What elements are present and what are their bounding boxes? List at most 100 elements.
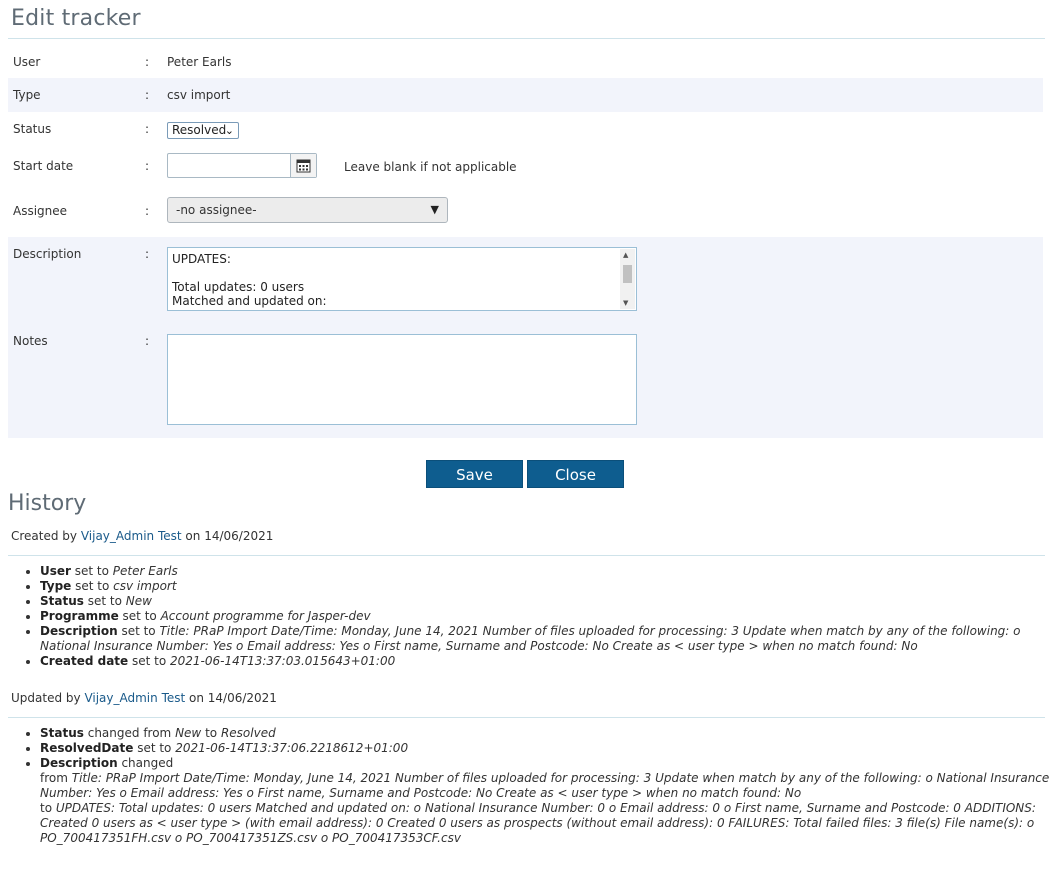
history-entry-on: on xyxy=(185,691,208,705)
history-value: 2021-06-14T13:37:03.015643+01:00 xyxy=(170,654,396,668)
start-date-input[interactable] xyxy=(167,153,317,178)
history-to-label: to xyxy=(40,801,56,815)
history-entry-on: on xyxy=(181,529,205,543)
user-label: User xyxy=(13,55,41,69)
status-row: Status : Resolved ⌄ xyxy=(8,112,1043,148)
history-value: Title: PRaP Import Date/Time: Monday, Ju… xyxy=(40,771,1050,800)
notes-colon: : xyxy=(145,334,150,348)
start-date-row: Start date : Leave blank if not applicab… xyxy=(8,148,1043,194)
history-title: History xyxy=(8,491,87,516)
scroll-down-icon[interactable]: ▼ xyxy=(623,299,628,307)
history-entry-prefix: Updated by xyxy=(11,691,85,705)
user-row: User : Peter Earls xyxy=(8,45,1043,78)
calendar-icon xyxy=(296,159,311,173)
chevron-down-icon: ⌄ xyxy=(224,124,234,137)
start-date-hint: Leave blank if not applicable xyxy=(344,160,517,174)
user-value: Peter Earls xyxy=(167,55,232,69)
history-field: Created date xyxy=(40,654,129,668)
history-change-item: Description set to Title: PRaP Import Da… xyxy=(40,624,1060,654)
history-field: ResolvedDate xyxy=(40,741,134,755)
history-user-link[interactable]: Vijay_Admin Test xyxy=(81,529,182,543)
history-from-label: from xyxy=(40,771,72,785)
history-change-item: User set to Peter Earls xyxy=(40,564,1060,579)
type-value: csv import xyxy=(167,88,231,102)
history-user-link[interactable]: Vijay_Admin Test xyxy=(84,691,185,705)
history-value: Peter Earls xyxy=(112,564,178,578)
history-value: Title: PRaP Import Date/Time: Monday, Ju… xyxy=(40,624,1021,653)
history-change-list: Status changed from New to Resolved Reso… xyxy=(20,726,1060,846)
history-value: csv import xyxy=(113,579,177,593)
history-change-item: Created date set to 2021-06-14T13:37:03.… xyxy=(40,654,1060,669)
history-change-item: Type set to csv import xyxy=(40,579,1060,594)
history-field: User xyxy=(40,564,71,578)
close-button[interactable]: Close xyxy=(527,460,624,488)
user-colon: : xyxy=(145,55,150,69)
type-row: Type : csv import xyxy=(8,78,1043,112)
history-entry-date: 14/06/2021 xyxy=(207,691,277,705)
status-label: Status xyxy=(13,122,52,136)
assignee-select-value: -no assignee- xyxy=(176,203,257,217)
description-scrollbar[interactable]: ▲ ▼ xyxy=(620,249,635,309)
history-entry-header: Updated by Vijay_Admin Test on 14/06/202… xyxy=(11,691,277,705)
description-row: Description : UPDATES: Total updates: 0 … xyxy=(8,237,1043,324)
history-change-list: User set to Peter Earls Type set to csv … xyxy=(20,564,1060,669)
history-entry-prefix: Created by xyxy=(11,529,81,543)
history-value: New xyxy=(175,726,202,740)
start-date-colon: : xyxy=(145,159,150,173)
assignee-label: Assignee xyxy=(13,204,68,218)
type-colon: : xyxy=(145,88,150,102)
history-field: Status xyxy=(40,594,84,608)
history-value: 2021-06-14T13:37:06.2218612+01:00 xyxy=(175,741,409,755)
history-field: Description xyxy=(40,756,118,770)
date-picker-button[interactable] xyxy=(290,154,316,177)
notes-label: Notes xyxy=(13,334,48,348)
history-verb: changed from xyxy=(83,726,176,740)
triangle-down-icon: ▼ xyxy=(430,203,439,216)
assignee-row: Assignee : -no assignee- ▼ xyxy=(8,194,1043,237)
history-verb: set to xyxy=(83,594,126,608)
history-change-item: ResolvedDate set to 2021-06-14T13:37:06.… xyxy=(40,741,1060,756)
history-value: Account programme for Jasper-dev xyxy=(160,609,371,623)
description-text: UPDATES: Total updates: 0 users Matched … xyxy=(172,252,327,308)
history-verb: set to xyxy=(118,609,161,623)
scrollbar-thumb[interactable] xyxy=(623,265,632,283)
history-verb: set to xyxy=(128,654,171,668)
status-select[interactable]: Resolved ⌄ xyxy=(167,122,239,139)
history-verb: to xyxy=(201,726,221,740)
history-field: Description xyxy=(40,624,118,638)
history-change-item: Description changed from Title: PRaP Impo… xyxy=(40,756,1060,846)
start-date-label: Start date xyxy=(13,159,74,173)
description-label: Description xyxy=(13,247,82,261)
history-entry-date: 14/06/2021 xyxy=(204,529,274,543)
history-value: Resolved xyxy=(220,726,276,740)
title-divider xyxy=(8,38,1045,39)
save-button[interactable]: Save xyxy=(426,460,523,488)
history-change-item: Status changed from New to Resolved xyxy=(40,726,1060,741)
history-value: New xyxy=(125,594,152,608)
history-verb: set to xyxy=(117,624,160,638)
history-entry-header: Created by Vijay_Admin Test on 14/06/202… xyxy=(11,529,273,543)
history-verb: set to xyxy=(70,564,113,578)
history-value: UPDATES: Total updates: 0 users Matched … xyxy=(40,801,1036,845)
type-label: Type xyxy=(13,88,41,102)
notes-row: Notes : xyxy=(8,324,1043,438)
description-colon: : xyxy=(145,247,150,261)
page-title: Edit tracker xyxy=(11,6,141,31)
history-field: Type xyxy=(40,579,72,593)
history-field: Status xyxy=(40,726,84,740)
description-textarea[interactable]: UPDATES: Total updates: 0 users Matched … xyxy=(167,247,637,311)
history-divider xyxy=(8,717,1045,718)
history-field: Programme xyxy=(40,609,119,623)
history-verb: set to xyxy=(133,741,176,755)
status-select-value: Resolved xyxy=(172,123,227,137)
status-colon: : xyxy=(145,122,150,136)
notes-textarea[interactable] xyxy=(167,334,637,425)
assignee-select[interactable]: -no assignee- ▼ xyxy=(167,197,448,223)
history-change-item: Status set to New xyxy=(40,594,1060,609)
history-change-item: Programme set to Account programme for J… xyxy=(40,609,1060,624)
history-divider xyxy=(8,555,1045,556)
history-verb: set to xyxy=(71,579,114,593)
scroll-up-icon[interactable]: ▲ xyxy=(623,251,628,259)
assignee-colon: : xyxy=(145,204,150,218)
history-verb: changed xyxy=(117,756,174,770)
